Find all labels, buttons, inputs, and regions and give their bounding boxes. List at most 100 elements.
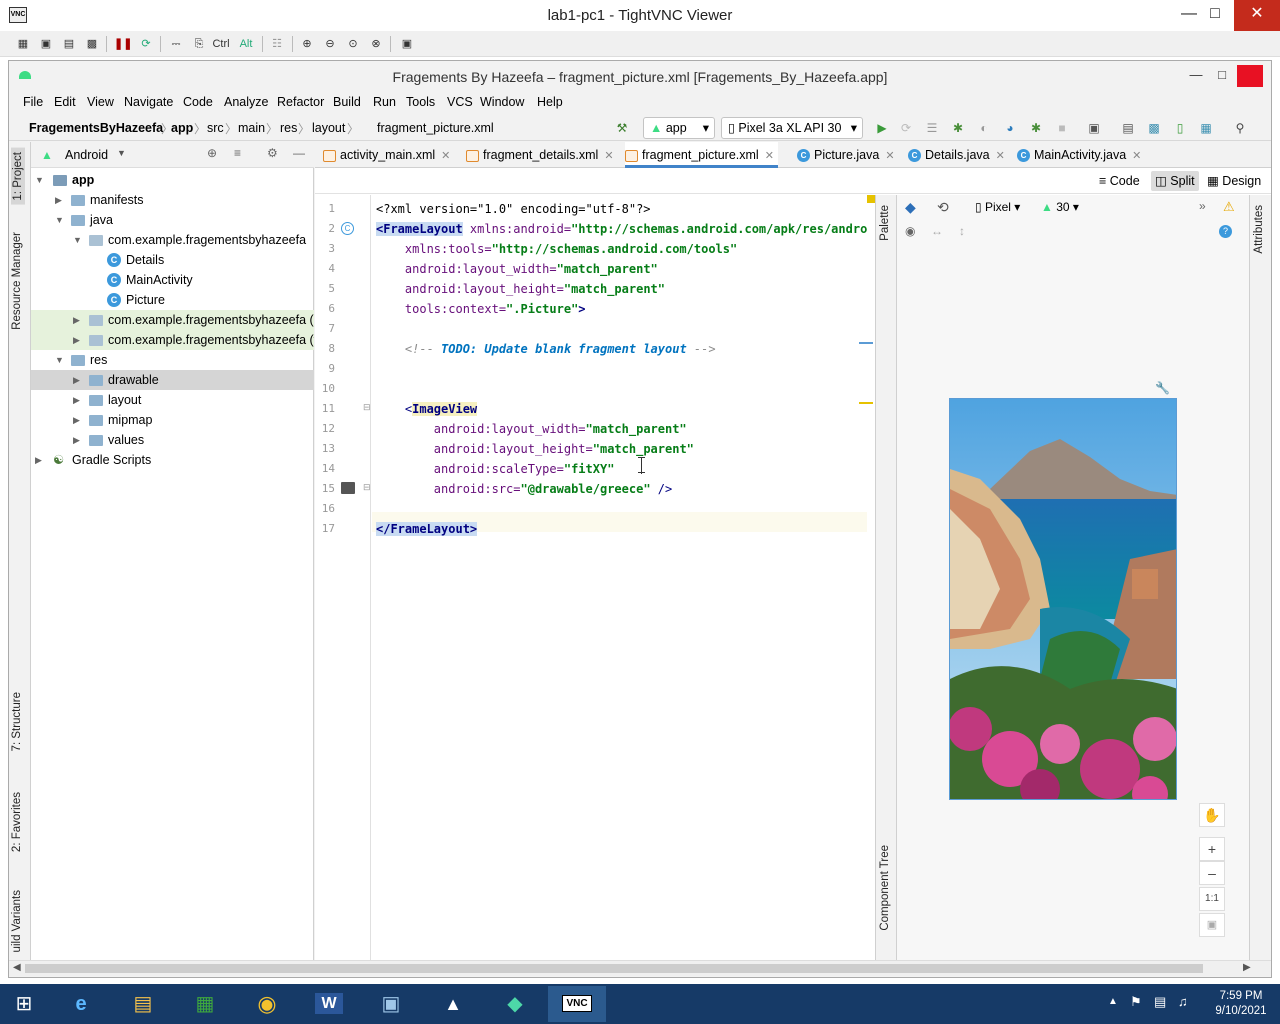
mode-split-button[interactable]: ◫ Split [1151,171,1199,191]
options-icon[interactable]: ▤ [60,35,78,53]
tab-activity-main-xml[interactable]: activity_main.xml ✕ [323,142,450,168]
project-structure-icon[interactable]: ▣ [1087,121,1101,135]
ctrl-toggle-button[interactable]: Ctrl [212,35,230,53]
tab-resource-manager[interactable]: Resource Manager [11,232,23,330]
menu-navigate[interactable]: Navigate [124,95,173,109]
tree-item-mainactivity-class[interactable]: C MainActivity [31,270,314,290]
todo-marker[interactable] [859,342,873,344]
tab-details-java[interactable]: C Details.java ✕ [908,142,1005,168]
close-tab-icon[interactable]: ✕ [996,150,1005,162]
avd-manager-icon[interactable]: ▩ [1147,121,1161,135]
greece-image-preview[interactable] [949,398,1177,800]
menu-build[interactable]: Build [333,95,361,109]
apply-changes-icon[interactable]: ⟳ [899,121,913,135]
save-icon[interactable]: ▣ [37,35,55,53]
zoom-actual-size-button[interactable]: 1:1 [1199,887,1225,911]
profile-icon[interactable]: ◕ [1003,121,1017,135]
device-manager-icon[interactable]: ▦ [1199,121,1213,135]
eye-icon[interactable]: ◉ [905,224,915,238]
scroll-thumb[interactable] [25,964,1203,973]
fullscreen-icon[interactable]: ▣ [398,35,416,53]
tree-item-values[interactable]: ▶ values [31,430,314,450]
debug-icon[interactable]: ✱ [951,121,965,135]
menu-tools[interactable]: Tools [406,95,435,109]
run-config-select[interactable]: ▲ app ▾ [643,117,715,139]
menu-analyze[interactable]: Analyze [224,95,268,109]
menu-run[interactable]: Run [373,95,396,109]
pan-hand-icon[interactable]: ✋ [1199,803,1225,827]
tab-project-tool[interactable]: 1: Project [11,148,25,205]
menu-help[interactable]: Help [537,95,563,109]
horizontal-scrollbar[interactable]: ◀ ▶ [9,960,1271,976]
breadcrumb-file[interactable]: fragment_picture.xml [377,121,494,135]
tree-item-res[interactable]: ▼ res [31,350,314,370]
tab-component-tree[interactable]: Component Tree [879,845,891,931]
wrench-icon[interactable]: 🔧 [1155,381,1170,395]
tree-item-app[interactable]: ▼ app [31,170,314,190]
breadcrumb-main[interactable]: main [238,121,265,135]
tree-item-drawable[interactable]: ▶ drawable [31,370,314,390]
tree-item-manifests[interactable]: ▶ manifests [31,190,314,210]
warning-marker[interactable] [867,195,875,203]
fold-icon[interactable]: ⊟ [363,402,371,413]
app-icon[interactable]: ◆ [486,986,544,1022]
tab-build-variants[interactable]: uild Variants [11,890,23,952]
hide-panel-icon[interactable]: — [293,146,305,160]
run-icon[interactable]: ▶ [875,121,889,135]
orientation-icon[interactable]: ⟲ [937,199,949,216]
ctrl-alt-del-icon[interactable]: ⎓ [167,35,185,53]
zoom-fit-button[interactable]: ▣ [1199,913,1225,937]
help-icon[interactable]: ? [1219,225,1232,238]
close-tab-icon[interactable]: ✕ [885,150,894,162]
coverage-icon[interactable]: ◐ [977,121,991,135]
tree-item-package-androidtest[interactable]: ▶ com.example.fragementsbyhazeefa (a [31,310,314,330]
tree-item-gradle-scripts[interactable]: ▶ ☯ Gradle Scripts [31,450,314,470]
tab-palette[interactable]: Palette [879,205,891,241]
as-maximize-button[interactable]: □ [1209,65,1235,87]
breadcrumb-project[interactable]: FragementsByHazeefa [29,121,163,135]
android-studio-icon[interactable]: ▲ [424,986,482,1022]
refresh-icon[interactable]: ⟳ [137,35,155,53]
tree-item-details-class[interactable]: C Details [31,250,314,270]
close-tab-icon[interactable]: ✕ [1132,150,1141,162]
zoom-out-icon[interactable]: ⊖ [321,35,339,53]
show-hidden-icons[interactable]: ▲ [1108,996,1118,1007]
ctrl-esc-icon[interactable]: ⎘ [190,35,208,53]
api-level-select[interactable]: ▲ 30 ▾ [1041,200,1079,214]
image-preview-gutter-icon[interactable] [341,482,355,494]
fold-icon[interactable]: ⊟ [363,482,371,493]
code-scroll-markers[interactable] [859,195,875,960]
close-tab-icon[interactable]: ✕ [765,150,774,162]
menu-code[interactable]: Code [183,95,213,109]
as-minimize-button[interactable]: — [1183,65,1209,87]
tightvnc-taskbar-icon[interactable]: VNC [548,986,606,1022]
menu-file[interactable]: File [23,95,43,109]
code-editor[interactable]: <?xml version="1.0" encoding="utf-8"?> <… [372,195,867,960]
volume-icon[interactable]: ♫ [1178,994,1188,1009]
warning-marker[interactable] [859,402,873,404]
search-icon[interactable]: ⚲ [1233,121,1247,135]
photos-icon[interactable]: ▣ [362,986,420,1022]
tree-item-mipmap[interactable]: ▶ mipmap [31,410,314,430]
tab-favorites[interactable]: 2: Favorites [11,792,23,852]
zoom-out-button[interactable]: – [1199,861,1225,885]
close-tab-icon[interactable]: ✕ [441,150,450,162]
layers-icon[interactable]: ◆ [905,199,916,216]
breadcrumb-app[interactable]: app [171,121,193,135]
locate-icon[interactable]: ⊕ [207,146,217,160]
alt-toggle-button[interactable]: Alt [237,35,255,53]
collapse-all-icon[interactable]: ≡ [234,146,241,160]
internet-explorer-icon[interactable]: e [52,986,110,1022]
attach-debugger-icon[interactable]: ✱ [1029,121,1043,135]
menu-refactor[interactable]: Refactor [277,95,324,109]
zoom-in-button[interactable]: + [1199,837,1225,861]
tab-structure[interactable]: 7: Structure [11,692,23,751]
word-icon[interactable]: W [300,986,358,1022]
tree-item-picture-class[interactable]: C Picture [31,290,314,310]
chrome-icon[interactable]: ◉ [238,986,296,1022]
apply-code-changes-icon[interactable]: ☰ [925,121,939,135]
scroll-right-icon[interactable]: ▶ [1243,962,1251,973]
device-select[interactable]: ▯ Pixel 3a XL API 30 ▾ [721,117,863,139]
mode-code-button[interactable]: ≡ Code [1095,171,1144,191]
class-gutter-icon[interactable]: C [341,222,354,235]
